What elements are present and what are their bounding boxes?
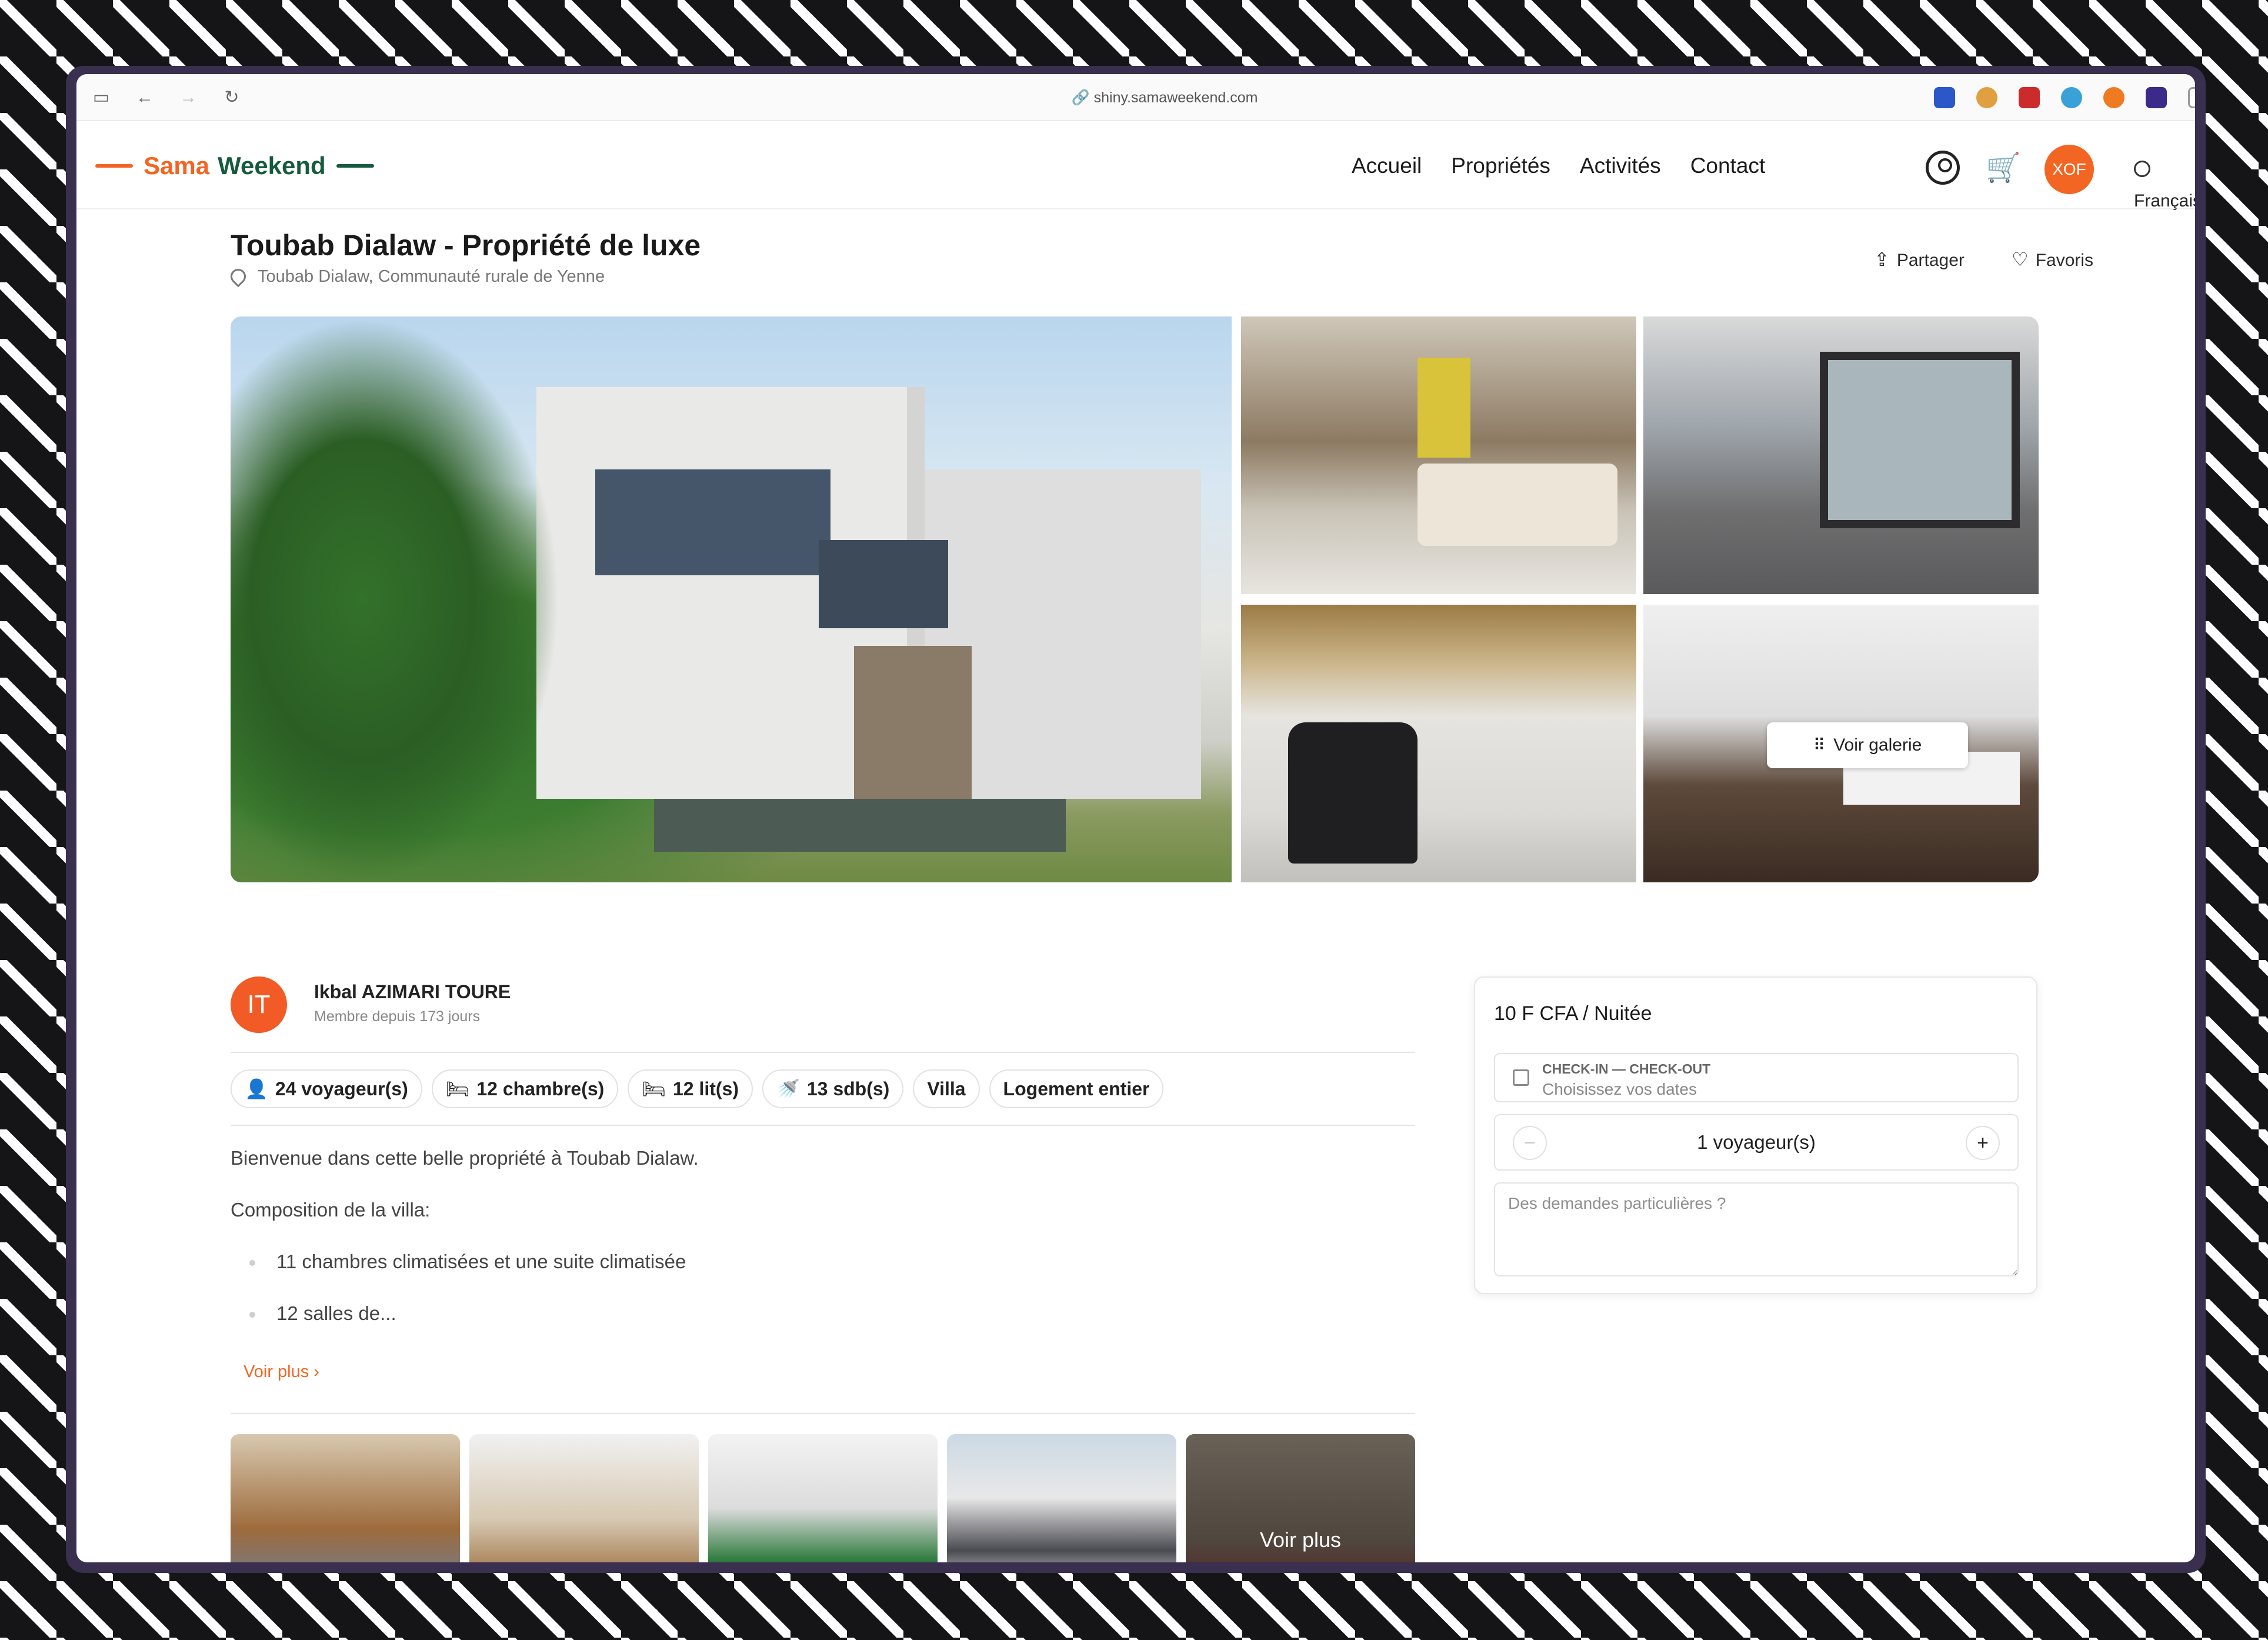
nav-contact[interactable]: Contact	[1690, 154, 1766, 178]
property-location: Toubab Dialaw, Communauté rurale de Yenn…	[227, 265, 605, 288]
link-icon: 🔗	[1071, 89, 1094, 106]
extension-icon[interactable]	[1934, 87, 1955, 108]
site-header: Sama Weekend Accueil Propriétés Activité…	[76, 121, 2195, 211]
globe-icon	[2134, 161, 2150, 178]
language-selector[interactable]: Français	[2134, 152, 2195, 211]
url-text: shiny.samaweekend.com	[1093, 89, 1258, 106]
host-name: Ikbal AZIMARI TOURE	[314, 981, 511, 1002]
browser-toolbar: ▭ ← → ↻ 🔗 shiny.samaweekend.com ◫	[76, 74, 2195, 121]
user-account-icon[interactable]	[1926, 151, 1960, 185]
sidebar-toggle-icon[interactable]: ▭	[89, 86, 113, 109]
browser-window: ▭ ← → ↻ 🔗 shiny.samaweekend.com ◫ Sama W…	[66, 66, 2206, 1573]
booking-card: 10 F CFA / Nuitée CHECK-IN — CHECK-OUT C…	[1474, 976, 2037, 1294]
view-gallery-label: Voir galerie	[1833, 735, 1922, 755]
site-logo[interactable]: Sama Weekend	[95, 148, 374, 184]
cart-icon[interactable]: 🛒	[1986, 152, 2021, 185]
dates-placeholder: Choisissez vos dates	[1542, 1080, 1697, 1098]
main-photo-villa-exterior[interactable]	[231, 316, 1232, 882]
view-gallery-button[interactable]: ⠿ Voir galerie	[1767, 722, 1968, 768]
read-more-link[interactable]: Voir plus ›	[244, 1362, 319, 1382]
dates-label: CHECK-IN — CHECK-OUT	[1542, 1061, 1711, 1076]
favorites-button[interactable]: ♡ Favoris	[2012, 248, 2093, 271]
host-member-since: Membre depuis 173 jours	[314, 1008, 481, 1025]
extension-icon[interactable]	[2103, 87, 2124, 108]
extension-icon[interactable]	[2019, 87, 2040, 108]
extension-icon[interactable]	[1976, 87, 1997, 108]
location-text: Toubab Dialaw, Communauté rurale de Yenn…	[258, 267, 605, 286]
extension-icon[interactable]	[2061, 87, 2082, 108]
extension-icon[interactable]	[2146, 87, 2167, 108]
nav-proprietes[interactable]: Propriétés	[1451, 154, 1550, 178]
price-per-night: 10 F CFA / Nuitée	[1494, 1002, 1652, 1025]
guests-stepper: 1 voyageur(s) − +	[1494, 1114, 2019, 1171]
main-nav: Accueil Propriétés Activités Contact	[1352, 148, 1795, 184]
divider	[231, 1125, 1415, 1126]
decrease-guests-button[interactable]: −	[1513, 1126, 1547, 1160]
forward-icon[interactable]: →	[176, 86, 200, 109]
nav-activites[interactable]: Activités	[1580, 154, 1661, 178]
photo-thumbnails: Voir plus	[231, 1434, 1425, 1562]
feature-chips: 👤 24 voyageur(s) 🛏 12 chambre(s) 🛏 12 lit(s…	[231, 1069, 1173, 1108]
list-item: 12 salles de...	[249, 1302, 396, 1324]
chip-bathrooms: 🚿 13 sdb(s)	[762, 1069, 904, 1108]
chip-accommodation: Logement entier	[989, 1069, 1164, 1108]
thumbnail-bedroom[interactable]	[947, 1434, 1176, 1562]
chip-type: Villa	[913, 1069, 980, 1108]
location-pin-icon	[227, 265, 249, 288]
grid-icon: ⠿	[1813, 736, 1826, 754]
more-photos-overlay: Voir plus	[1186, 1434, 1415, 1562]
logo-weekend: Weekend	[218, 152, 326, 179]
heart-icon: ♡	[2012, 249, 2029, 270]
chip-bedrooms: 🛏 12 chambre(s)	[431, 1069, 619, 1108]
bed-icon: 🛏	[445, 1078, 470, 1099]
page-title: Toubab Dialaw - Propriété de luxe	[231, 229, 701, 262]
share-icon: ⇪	[1874, 249, 1890, 270]
list-item: 11 chambres climatisées et une suite cli…	[249, 1251, 686, 1272]
photo-gallery	[231, 316, 2039, 882]
photo-gym[interactable]	[1241, 605, 1636, 882]
browser-content: ▭ ← → ↻ 🔗 shiny.samaweekend.com ◫ Sama W…	[76, 74, 2195, 1562]
special-requests-field[interactable]	[1494, 1182, 2019, 1276]
extension-icon[interactable]	[2188, 87, 2195, 108]
chevron-right-icon: ›	[309, 1362, 319, 1381]
thumbnail-more[interactable]: Voir plus	[1186, 1434, 1415, 1562]
logo-dash	[336, 164, 374, 168]
property-page: Toubab Dialaw - Propriété de luxe Toubab…	[76, 211, 2195, 1562]
thumbnail-foosball[interactable]	[469, 1434, 699, 1562]
chip-beds: 🛏 12 lit(s)	[628, 1069, 753, 1108]
chip-guests: 👤 24 voyageur(s)	[231, 1069, 422, 1108]
share-button[interactable]: ⇪ Partager	[1874, 248, 1965, 271]
thumbnail-ping-pong[interactable]	[231, 1434, 460, 1562]
photo-balcony[interactable]	[1643, 316, 2039, 594]
logo-sama: Sama	[144, 152, 210, 179]
thumbnail-billiards[interactable]	[708, 1434, 938, 1562]
calendar-icon	[1513, 1069, 1529, 1086]
shower-icon: 🚿	[776, 1078, 800, 1099]
divider	[231, 1052, 1415, 1053]
back-icon[interactable]: ←	[133, 86, 156, 109]
photo-living-room[interactable]	[1241, 316, 1636, 594]
currency-button[interactable]: XOF	[2044, 145, 2094, 194]
language-label: Français	[2134, 191, 2195, 211]
description-composition: Composition de la villa:	[231, 1199, 431, 1221]
divider	[231, 1413, 1415, 1414]
increase-guests-button[interactable]: +	[1966, 1126, 2000, 1160]
host-avatar: IT	[231, 976, 287, 1033]
person-icon: 👤	[245, 1078, 268, 1099]
reload-icon[interactable]: ↻	[220, 86, 244, 109]
logo-dash	[95, 164, 133, 168]
favorites-label: Favoris	[2035, 251, 2094, 270]
share-label: Partager	[1896, 251, 1965, 270]
bed-icon: 🛏	[642, 1078, 666, 1099]
description-intro: Bienvenue dans cette belle propriété à T…	[231, 1147, 699, 1169]
guests-value: 1 voyageur(s)	[1697, 1131, 1816, 1153]
read-more-label: Voir plus	[244, 1362, 309, 1381]
nav-accueil[interactable]: Accueil	[1352, 154, 1422, 178]
date-range-picker[interactable]: CHECK-IN — CHECK-OUT Choisissez vos date…	[1494, 1053, 2019, 1102]
address-bar[interactable]: 🔗 shiny.samaweekend.com	[1018, 85, 1312, 111]
